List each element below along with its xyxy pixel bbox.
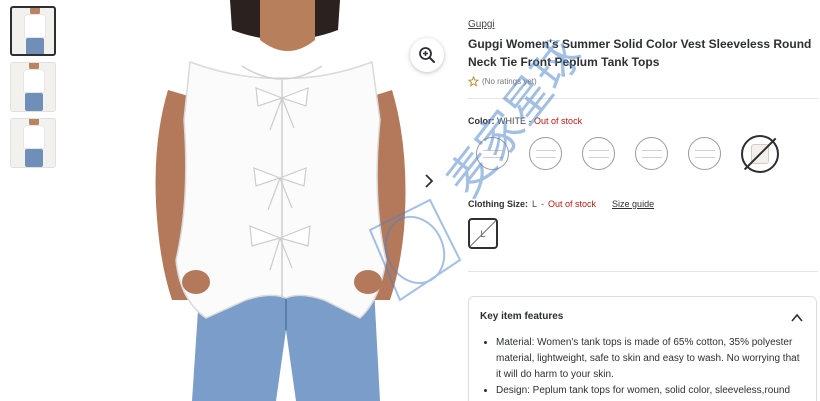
size-separator: - bbox=[541, 199, 545, 209]
unavailable-slash bbox=[470, 220, 496, 247]
size-label: Clothing Size: bbox=[468, 199, 528, 209]
product-title: Gupgi Women's Summer Solid Color Vest Sl… bbox=[468, 37, 812, 69]
key-features-heading[interactable]: Key item features bbox=[480, 311, 563, 322]
color-separator: - bbox=[528, 116, 532, 126]
color-swatch[interactable] bbox=[582, 137, 615, 170]
star-outline-icon bbox=[468, 76, 479, 87]
thumbnail-3[interactable] bbox=[10, 118, 56, 168]
rating-text: (No ratings yet) bbox=[482, 77, 537, 86]
color-stock-status: Out of stock bbox=[534, 116, 583, 126]
next-image-button[interactable] bbox=[416, 168, 442, 194]
brand-link[interactable]: Gupgi bbox=[468, 19, 495, 30]
thumbnail-1[interactable] bbox=[10, 6, 56, 56]
rating[interactable]: (No ratings yet) bbox=[468, 76, 537, 87]
color-label: Color: bbox=[468, 116, 495, 126]
thumbnail-strip bbox=[10, 6, 60, 174]
product-photo bbox=[155, 0, 406, 401]
unavailable-slash bbox=[743, 137, 777, 171]
color-value: WHITE bbox=[497, 116, 527, 126]
chevron-up-icon[interactable] bbox=[790, 311, 804, 325]
size-selection-label: Clothing Size: L - Out of stock Size gui… bbox=[468, 199, 654, 209]
feature-item: Material: Women's tank tops is made of 6… bbox=[496, 335, 806, 383]
features-list: Material: Women's tank tops is made of 6… bbox=[496, 335, 806, 399]
size-value: L bbox=[532, 199, 538, 209]
size-guide-link[interactable]: Size guide bbox=[612, 199, 654, 209]
zoom-button[interactable] bbox=[410, 38, 444, 72]
feature-item: Design: Peplum tank tops for women, soli… bbox=[496, 383, 806, 399]
divider bbox=[468, 271, 818, 272]
main-product-image[interactable] bbox=[110, 0, 450, 401]
color-swatch[interactable] bbox=[688, 137, 721, 170]
divider bbox=[468, 98, 818, 99]
chevron-right-icon bbox=[425, 174, 434, 188]
color-swatch-selected[interactable] bbox=[741, 135, 779, 173]
color-swatch[interactable] bbox=[529, 137, 562, 170]
size-option-l[interactable]: L bbox=[468, 218, 498, 249]
key-features-panel: Key item features Material: Women's tank… bbox=[468, 296, 817, 401]
color-swatches bbox=[476, 135, 779, 173]
size-stock-status: Out of stock bbox=[548, 199, 597, 209]
color-swatch[interactable] bbox=[476, 137, 509, 170]
color-selection-label: Color: WHITE - Out of stock bbox=[468, 116, 582, 126]
thumbnail-2[interactable] bbox=[10, 62, 56, 112]
color-swatch[interactable] bbox=[635, 137, 668, 170]
zoom-in-icon bbox=[419, 47, 435, 63]
